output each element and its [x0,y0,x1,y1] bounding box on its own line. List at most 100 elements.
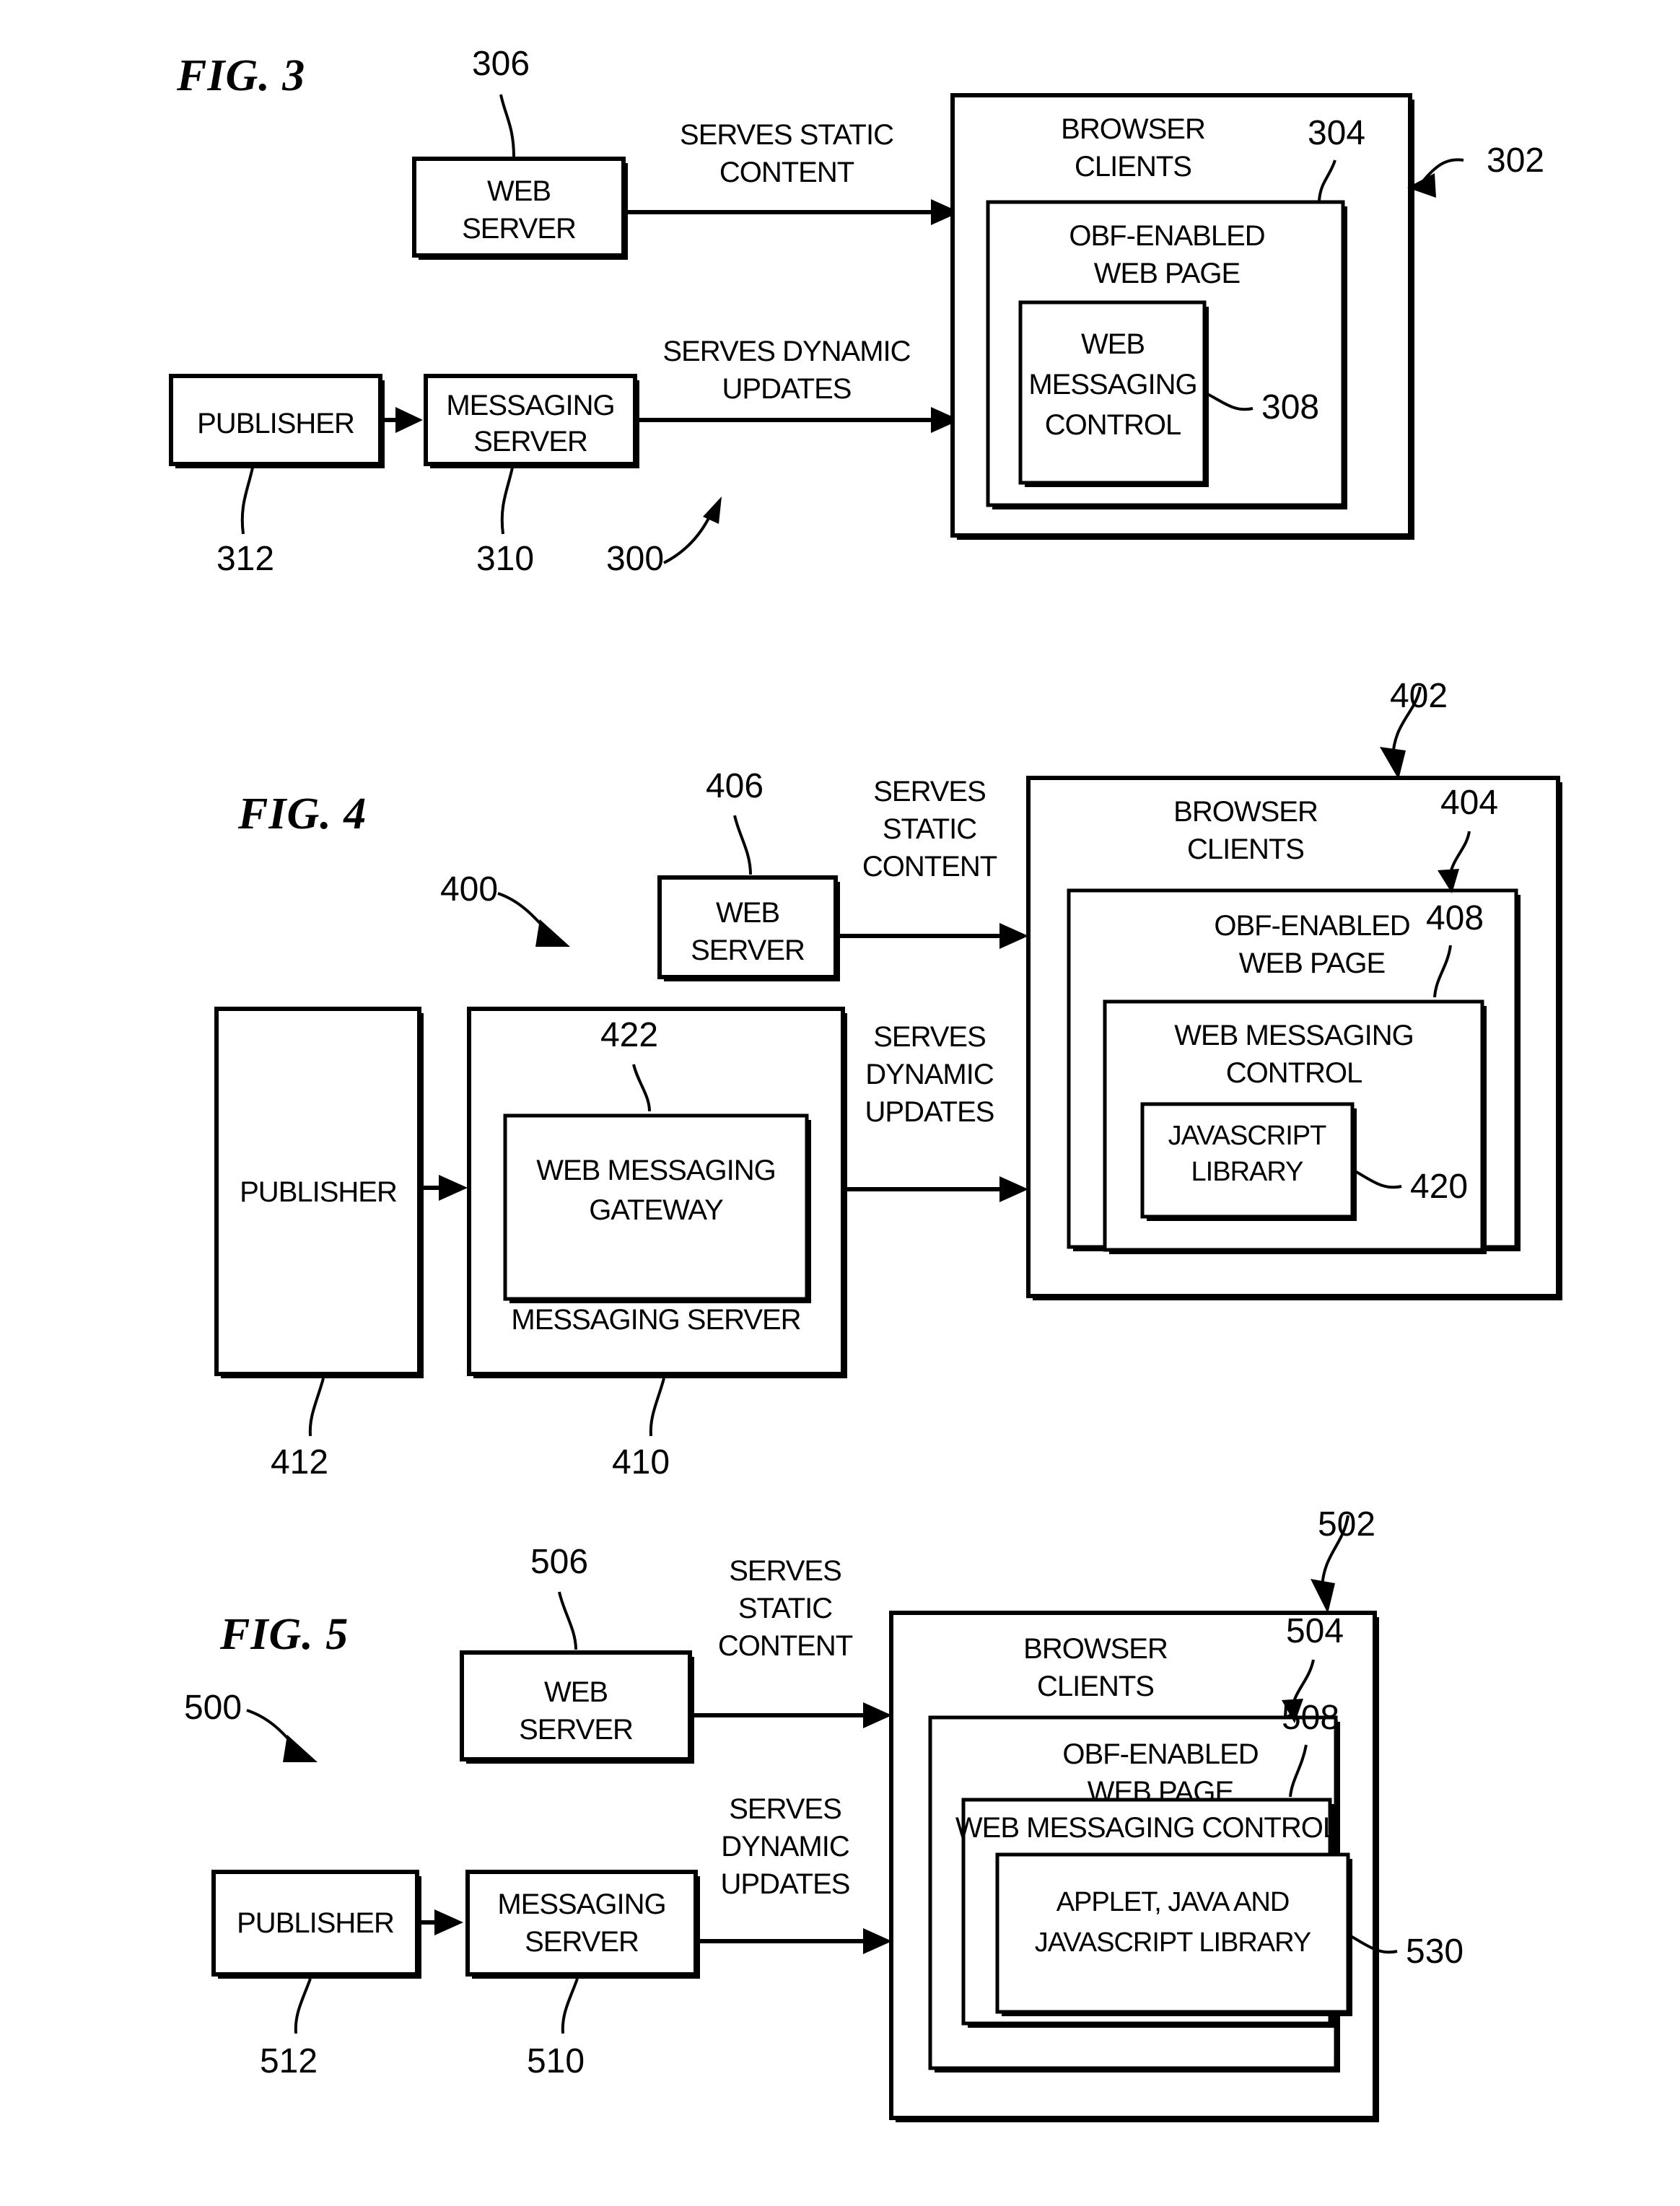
fig3-obf-page-label-line2: WEB PAGE [1094,258,1240,289]
fig5-system-arrow-head [283,1735,318,1762]
fig4-js-lib-label-line2: LIBRARY [1191,1157,1304,1187]
fig4-arrow1-head [999,923,1028,949]
fig3-ref-302: 302 [1487,141,1544,180]
fig5-browser-clients-label-line1: BROWSER [1023,1633,1168,1665]
fig5-applet-lib-label-line2: JAVASCRIPT LIBRARY [1035,1927,1311,1958]
figure-4: FIG. 4 400 WEB SERVER 406 SERVES STATIC … [214,677,1562,1481]
fig3-arrow2-label-line1: SERVES DYNAMIC [662,336,910,367]
fig4-web-server-label-line2: SERVER [691,935,805,966]
fig4-publisher-label: PUBLISHER [240,1176,397,1208]
fig4-ref-402-arrow-head [1380,747,1406,779]
fig3-ref-306: 306 [472,45,530,83]
fig3-messaging-server-label-line2: SERVER [473,426,587,458]
fig3-messaging-server-label-line1: MESSAGING [446,390,614,421]
fig5-messaging-server-label-line2: SERVER [525,1926,639,1958]
fig3-ref-304: 304 [1308,114,1365,152]
fig5-ref-504: 504 [1286,1612,1344,1650]
fig3-publisher-label: PUBLISHER [197,408,354,439]
fig4-web-server-label-line1: WEB [716,897,779,929]
fig4-ref-406: 406 [706,767,764,805]
fig3-obf-page-label-line1: OBF-ENABLED [1069,220,1264,252]
fig3-web-server-leader [499,94,515,158]
fig3-system-arrow-head [703,496,722,524]
fig4-ref-410: 410 [612,1443,670,1481]
fig5-arrow1-label-line1: SERVES [729,1555,841,1587]
fig3-ref-300: 300 [606,540,664,578]
fig5-ref-512: 512 [260,2042,318,2080]
fig4-publisher-leader [308,1378,325,1437]
fig5-arrow2-label-line2: DYNAMIC [721,1831,849,1863]
figure-3: FIG. 3 WEB SERVER 306 SERVES STATIC CONT… [169,45,1544,578]
fig5-arrow2-label-line3: UPDATES [721,1868,850,1900]
fig3-web-server-label-line1: WEB [487,175,551,207]
fig5-ref-510: 510 [527,2042,585,2080]
fig3-arrow2-label-line2: UPDATES [722,373,852,405]
fig4-arrow2-head [999,1176,1028,1202]
fig5-arrow1-head [863,1702,892,1728]
fig4-messaging-server-label: MESSAGING SERVER [511,1304,800,1336]
fig5-ref-530: 530 [1406,1933,1464,1971]
fig5-applet-lib-label-line1: APPLET, JAVA AND [1056,1887,1290,1917]
fig4-ref-400: 400 [440,870,498,909]
fig3-wmc-label-line2: MESSAGING [1028,369,1196,401]
fig5-ref-500: 500 [184,1689,242,1727]
fig4-wmg-label-line1: WEB MESSAGING [536,1155,776,1186]
fig5-ref-508: 508 [1282,1699,1339,1737]
fig5-web-server-label-line2: SERVER [519,1714,633,1746]
fig5-ref-502: 502 [1318,1505,1375,1544]
fig3-ref-310: 310 [476,540,534,578]
fig4-ref-408: 408 [1426,899,1484,937]
fig3-browser-clients-label-line1: BROWSER [1061,113,1205,145]
fig5-messaging-server-label-line1: MESSAGING [497,1888,665,1920]
fig4-ref-404: 404 [1440,784,1498,822]
fig5-ref-502-arrow-head [1311,1579,1335,1614]
fig5-arrow1-label-line3: CONTENT [718,1630,853,1662]
fig5-publisher-leader [294,1978,312,2034]
fig4-pub-to-ms-head [439,1175,468,1201]
fig5-arrow2-head [863,1928,892,1954]
fig5-arrow2-label-line1: SERVES [729,1793,841,1825]
fig4-browser-clients-label-line1: BROWSER [1173,796,1318,828]
fig5-publisher-label: PUBLISHER [237,1907,394,1939]
fig3-pub-to-ms-head [395,407,423,433]
fig5-web-server-leader [558,1591,577,1650]
fig3-title: FIG. 3 [176,51,305,100]
fig5-pub-to-ms-head [434,1909,463,1935]
fig4-ref-412: 412 [271,1443,328,1481]
fig4-arrow1-label-line1: SERVES [873,776,986,807]
fig4-wmc-label-line1: WEB MESSAGING [1174,1020,1414,1051]
fig5-browser-clients-label-line2: CLIENTS [1037,1671,1154,1702]
fig4-obf-page-label-line2: WEB PAGE [1239,947,1385,979]
fig5-web-server-label-line1: WEB [544,1676,608,1708]
fig4-arrow2-label-line2: DYNAMIC [865,1059,994,1090]
fig3-browser-clients-label-line2: CLIENTS [1075,151,1191,183]
fig4-ref-422: 422 [600,1016,658,1054]
fig3-messaging-server-leader [500,467,514,535]
fig5-messaging-server-leader [561,1978,579,2034]
fig3-arrow1-label-line1: SERVES STATIC [680,119,893,151]
fig4-system-arrow-head [535,919,570,947]
fig4-arrow2-label-line3: UPDATES [865,1096,994,1128]
fig3-publisher-leader [240,467,254,535]
fig4-arrow2-label-line1: SERVES [873,1021,986,1053]
fig4-title: FIG. 4 [237,789,367,839]
fig5-ref-506: 506 [530,1543,588,1581]
fig4-messaging-server-leader [649,1378,665,1437]
figure-5: FIG. 5 500 WEB SERVER 506 SERVES STATIC … [184,1505,1464,2122]
fig4-ref-420: 420 [1410,1168,1468,1206]
fig5-arrow1-label-line2: STATIC [738,1593,832,1624]
fig5-wmc-label: WEB MESSAGING CONTROL [955,1812,1338,1844]
fig4-arrow1-label-line3: CONTENT [862,851,997,883]
fig5-messaging-server-box [465,1870,698,1977]
fig4-obf-page-label-line1: OBF-ENABLED [1214,910,1409,942]
fig4-ref-402: 402 [1390,677,1448,715]
patent-figure-sheet: FIG. 3 WEB SERVER 306 SERVES STATIC CONT… [0,0,1680,2206]
fig4-browser-clients-label-line2: CLIENTS [1187,833,1304,865]
fig4-wmg-label-line2: GATEWAY [589,1194,723,1226]
fig3-arrow1-label-line2: CONTENT [719,157,854,188]
fig3-ref-308: 308 [1261,388,1319,426]
fig4-arrow1-label-line2: STATIC [883,813,976,845]
fig5-title: FIG. 5 [219,1610,349,1659]
fig4-wmc-label-line2: CONTROL [1226,1057,1362,1089]
fig4-web-server-leader [733,815,752,875]
